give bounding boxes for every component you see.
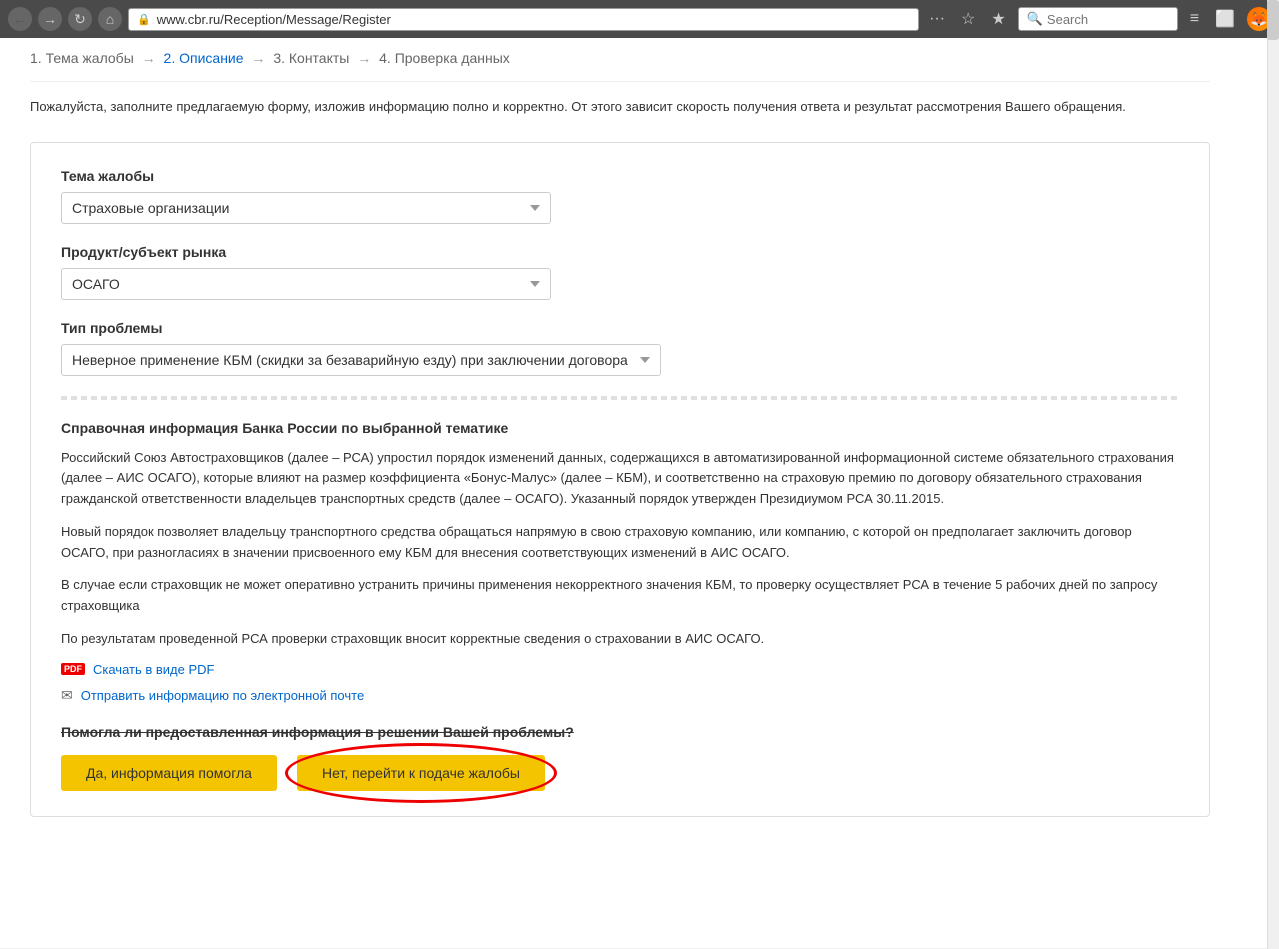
envelope-icon: ✉: [61, 687, 73, 704]
subject-select[interactable]: Страховые организации: [61, 192, 551, 224]
scrollbar-thumb[interactable]: [1267, 0, 1279, 40]
step1-label: 1. Тема жалобы: [30, 50, 134, 66]
pdf-download-link[interactable]: Скачать в виде PDF: [93, 662, 214, 677]
arrow2: →: [251, 50, 265, 66]
arrow1: →: [142, 50, 156, 66]
step3-label: 3. Контакты: [273, 50, 349, 66]
product-select[interactable]: ОСАГО: [61, 268, 551, 300]
forward-button[interactable]: →: [38, 7, 62, 31]
scrollbar-track[interactable]: [1267, 0, 1279, 949]
browser-chrome: ← → ↻ ⌂ 🔒 www.cbr.ru/Reception/Message/R…: [0, 0, 1279, 38]
subject-group: Тема жалобы Страховые организации: [61, 168, 1179, 224]
form-card: Тема жалобы Страховые организации Продук…: [30, 142, 1210, 817]
reload-button[interactable]: ↻: [68, 7, 92, 31]
problem-group: Тип проблемы Неверное применение КБМ (ск…: [61, 320, 1179, 376]
search-icon: 🔍: [1027, 11, 1043, 27]
step4-label: 4. Проверка данных: [379, 50, 510, 66]
bookmark-button[interactable]: ☆: [957, 7, 979, 31]
question-label: Помогла ли предоставленная информация в …: [61, 724, 1179, 740]
no-button-wrapper: Нет, перейти к подаче жалобы: [297, 755, 545, 791]
main-content: 1. Тема жалобы → 2. Описание → 3. Контак…: [0, 38, 1240, 948]
product-group: Продукт/субъект рынка ОСАГО: [61, 244, 1179, 300]
product-label: Продукт/субъект рынка: [61, 244, 1179, 260]
intro-text: Пожалуйста, заполните предлагаемую форму…: [30, 97, 1210, 117]
toolbar-right: ··· ☆ ★ 🔍 ≡ ⬜ 🦊: [925, 7, 1271, 31]
subject-label: Тема жалобы: [61, 168, 1179, 184]
arrow3: →: [357, 50, 371, 66]
sidebar-button[interactable]: ≡: [1186, 8, 1203, 30]
problem-select[interactable]: Неверное применение КБМ (скидки за безав…: [61, 344, 661, 376]
menu-button[interactable]: ···: [925, 8, 949, 30]
question-text: Помогла ли предоставленная информация в …: [61, 724, 574, 740]
home-button[interactable]: ⌂: [98, 7, 122, 31]
info-paragraph4: По результатам проведенной РСА проверки …: [61, 629, 1179, 650]
steps-nav: 1. Тема жалобы → 2. Описание → 3. Контак…: [30, 38, 1210, 82]
lock-icon: 🔒: [137, 13, 151, 26]
step2-label[interactable]: 2. Описание: [164, 50, 244, 66]
back-button[interactable]: ←: [8, 7, 32, 31]
question-section: Помогла ли предоставленная информация в …: [61, 724, 1179, 791]
search-input[interactable]: [1047, 12, 1169, 27]
star-button[interactable]: ★: [987, 7, 1009, 31]
pdf-link[interactable]: PDF Скачать в виде PDF: [61, 662, 1179, 677]
problem-label: Тип проблемы: [61, 320, 1179, 336]
wavy-divider: [61, 396, 1179, 400]
info-section: Справочная информация Банка России по вы…: [61, 420, 1179, 704]
info-title: Справочная информация Банка России по вы…: [61, 420, 1179, 436]
yes-button[interactable]: Да, информация помогла: [61, 755, 277, 791]
email-send-link[interactable]: Отправить информацию по электронной почт…: [81, 688, 364, 703]
button-group: Да, информация помогла Нет, перейти к по…: [61, 755, 1179, 791]
tabs-button[interactable]: ⬜: [1211, 7, 1239, 31]
page-wrapper: 1. Тема жалобы → 2. Описание → 3. Контак…: [0, 38, 1279, 948]
info-paragraph1: Российский Союз Автостраховщиков (далее …: [61, 448, 1179, 510]
info-paragraph3: В случае если страховщик не может операт…: [61, 575, 1179, 617]
email-link[interactable]: ✉ Отправить информацию по электронной по…: [61, 687, 1179, 704]
pdf-badge: PDF: [61, 663, 85, 675]
url-text: www.cbr.ru/Reception/Message/Register: [157, 12, 910, 27]
info-paragraph2: Новый порядок позволяет владельцу трансп…: [61, 522, 1179, 564]
address-bar[interactable]: 🔒 www.cbr.ru/Reception/Message/Register: [128, 8, 919, 31]
browser-toolbar: ← → ↻ ⌂ 🔒 www.cbr.ru/Reception/Message/R…: [0, 0, 1279, 38]
search-bar[interactable]: 🔍: [1018, 7, 1178, 31]
no-button[interactable]: Нет, перейти к подаче жалобы: [297, 755, 545, 791]
